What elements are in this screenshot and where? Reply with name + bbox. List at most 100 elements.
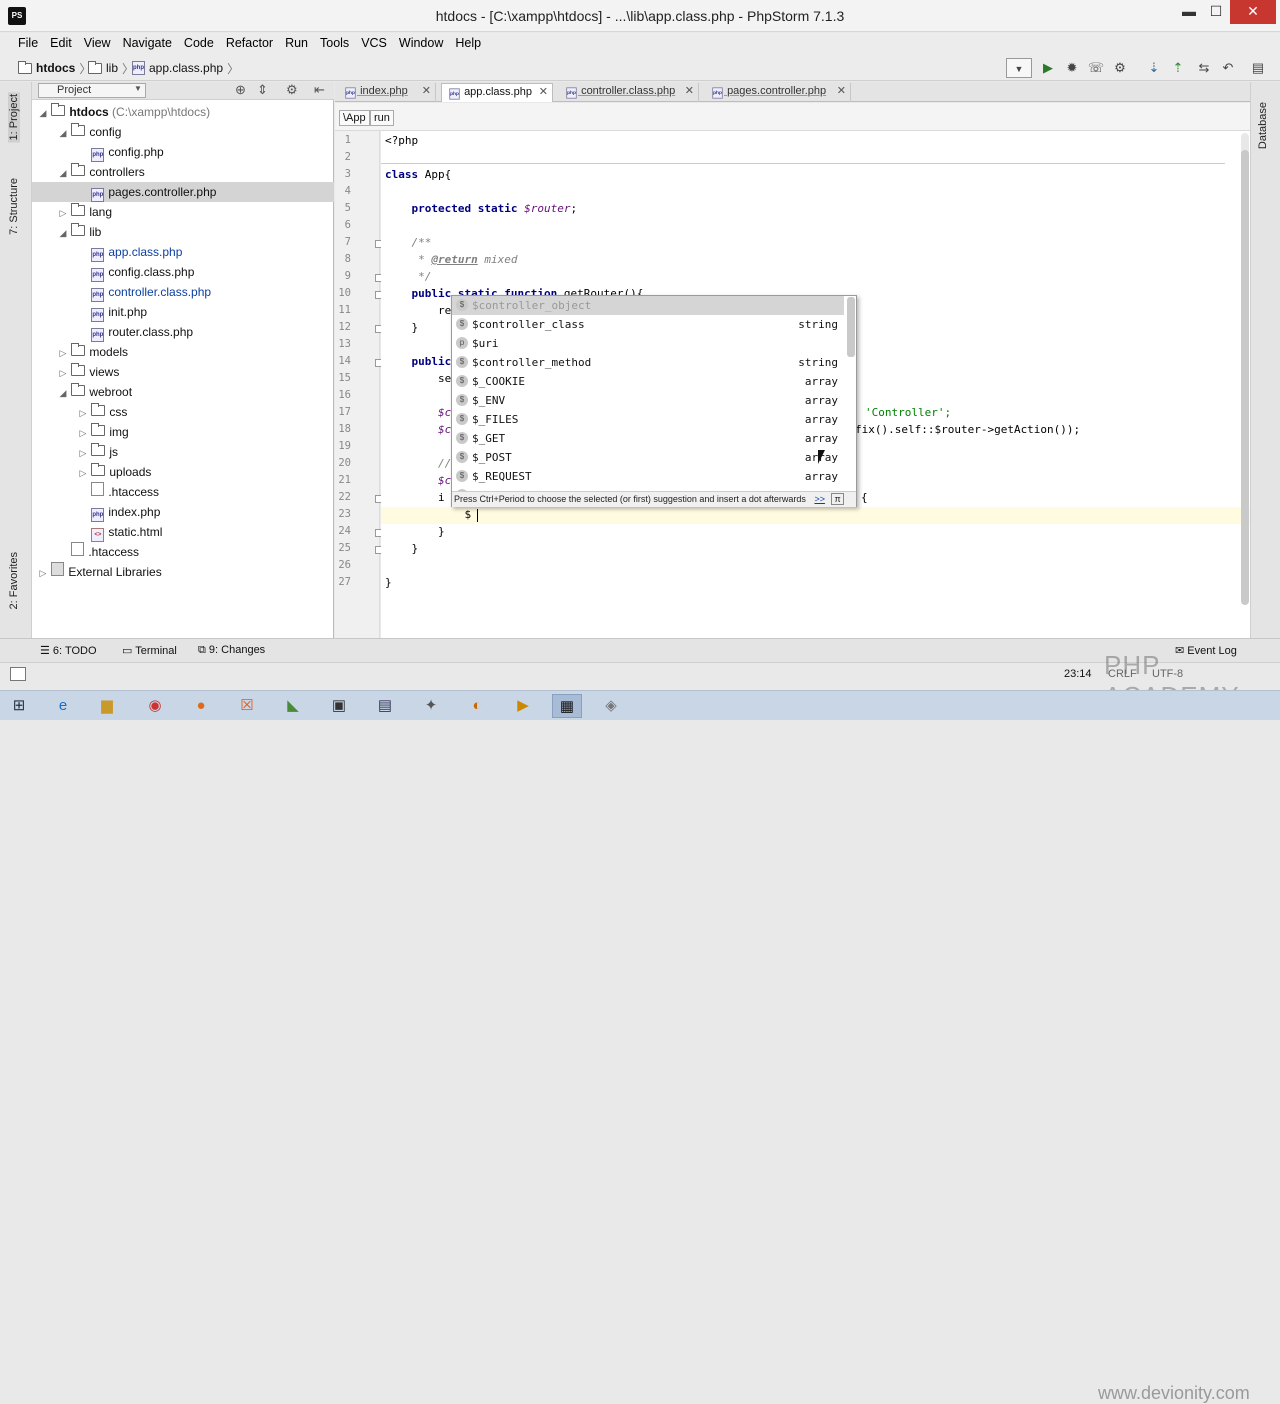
tool-tab-favorites[interactable]: 2: Favorites	[8, 552, 20, 609]
autocomplete-item[interactable]: $ $controller_method string	[452, 353, 844, 372]
tree-item[interactable]: php pages.controller.php	[32, 182, 334, 202]
tree-item[interactable]: ◢ lib	[32, 222, 334, 242]
expanded-arrow-icon[interactable]: ◢	[58, 383, 68, 403]
tree-item[interactable]: php index.php	[32, 502, 334, 522]
collapsed-arrow-icon[interactable]: ▷	[78, 443, 88, 463]
save-app-icon[interactable]: ▤	[370, 694, 400, 718]
tab-controller-class-php[interactable]: php controller.class.php ✕	[559, 83, 699, 102]
breadcrumb-htdocs[interactable]: htdocs 〉	[18, 59, 91, 77]
minimize-button[interactable]: ▬	[1176, 0, 1202, 24]
settings-app-icon[interactable]: ✦	[416, 694, 446, 718]
close-icon[interactable]: ✕	[422, 83, 431, 100]
app-icon[interactable]: ◐	[462, 694, 492, 718]
collapsed-arrow-icon[interactable]: ▷	[38, 563, 48, 583]
history-icon[interactable]: ▤	[1248, 58, 1268, 78]
gear-icon[interactable]: ⚙	[286, 82, 298, 98]
tree-item[interactable]: php config.class.php	[32, 262, 334, 282]
menu-window[interactable]: Window	[393, 33, 449, 50]
breadcrumb-file[interactable]: php app.class.php 〉	[132, 59, 239, 77]
menu-code[interactable]: Code	[178, 33, 220, 50]
ie-icon[interactable]: e	[48, 694, 78, 718]
collapse-all-icon[interactable]: ⇕	[257, 82, 268, 98]
tool-icon[interactable]: ◣	[278, 694, 308, 718]
firefox-icon[interactable]: ●	[186, 694, 216, 718]
run-config-dropdown[interactable]: ▼	[1006, 58, 1032, 78]
hide-panel-icon[interactable]: ⇤	[314, 82, 325, 98]
debug-icon[interactable]: ✹	[1062, 58, 1082, 78]
chrome-icon[interactable]: ◉	[140, 694, 170, 718]
autocomplete-item[interactable]: $ $_REQUEST array	[452, 467, 844, 486]
tool-tab-changes[interactable]: ⧉ 9: Changes	[198, 644, 265, 657]
caret-position[interactable]: 23:14	[1064, 668, 1092, 680]
tool-tab-project[interactable]: 1: Project	[8, 92, 20, 143]
chevron-down-icon[interactable]: ▼	[134, 84, 142, 93]
tree-item[interactable]: ▷ uploads	[32, 462, 334, 482]
expanded-arrow-icon[interactable]: ◢	[58, 223, 68, 243]
tree-item[interactable]: php app.class.php	[32, 242, 334, 262]
menu-help[interactable]: Help	[449, 33, 487, 50]
maximize-button[interactable]: ☐	[1203, 0, 1229, 24]
project-view-select[interactable]: Project	[38, 83, 146, 98]
menu-edit[interactable]: Edit	[44, 33, 78, 50]
autocomplete-item[interactable]: $ $_GET array	[452, 429, 844, 448]
collapsed-arrow-icon[interactable]: ▷	[78, 463, 88, 483]
collapsed-arrow-icon[interactable]: ▷	[78, 403, 88, 423]
autocomplete-item[interactable]: p $uri	[452, 334, 844, 353]
tree-item[interactable]: php controller.class.php	[32, 282, 334, 302]
misc-app-icon[interactable]: ◈	[596, 694, 626, 718]
close-icon[interactable]: ✕	[837, 83, 846, 100]
expanded-arrow-icon[interactable]: ◢	[38, 103, 48, 123]
collapsed-arrow-icon[interactable]: ▷	[58, 343, 68, 363]
explorer-icon[interactable]: ▆	[92, 694, 122, 718]
menu-navigate[interactable]: Navigate	[117, 33, 178, 50]
menu-file[interactable]: File	[12, 33, 44, 50]
tree-item[interactable]: ▷ img	[32, 422, 334, 442]
tree-item[interactable]: ▷ views	[32, 362, 334, 382]
listen-debug-icon[interactable]: ☏	[1086, 58, 1106, 78]
close-button[interactable]: ✕	[1230, 0, 1276, 24]
close-icon[interactable]: ✕	[685, 83, 694, 100]
vcs-update-icon[interactable]: ⇣	[1144, 58, 1164, 78]
tree-item[interactable]: ▷ css	[32, 402, 334, 422]
editor-gutter[interactable]: 1 2 3 4 5 6 7 8 9 10 11 12 13 14 15 16 17 18 19 20 21 22 23 24 2…	[335, 131, 383, 638]
autocomplete-item[interactable]: $ $_FILES array	[452, 410, 844, 429]
menu-tools[interactable]: Tools	[314, 33, 355, 50]
collapsed-arrow-icon[interactable]: ▷	[58, 203, 68, 223]
tree-item[interactable]: ▷ External Libraries	[32, 562, 334, 582]
tool-windows-icon[interactable]	[10, 667, 26, 681]
tool-tab-todo[interactable]: ☰ 6: TODO	[40, 644, 97, 657]
tree-item[interactable]: ◢ config	[32, 122, 334, 142]
tree-item[interactable]: php router.class.php	[32, 322, 334, 342]
tree-item[interactable]: <> static.html	[32, 522, 334, 542]
tool-tab-database[interactable]: Database	[1257, 102, 1269, 149]
run-icon[interactable]: ▶	[1038, 58, 1058, 78]
vcs-commit-icon[interactable]: ⇡	[1168, 58, 1188, 78]
expanded-arrow-icon[interactable]: ◢	[58, 123, 68, 143]
revert-icon[interactable]: ↶	[1218, 58, 1238, 78]
tool-tab-structure[interactable]: 7: Structure	[8, 178, 20, 235]
collapsed-arrow-icon[interactable]: ▷	[78, 423, 88, 443]
breadcrumb-lib[interactable]: lib 〉	[88, 59, 134, 77]
editor-scrollbar-thumb[interactable]	[1241, 150, 1249, 605]
menu-view[interactable]: View	[78, 33, 117, 50]
scroll-from-source-icon[interactable]: ⊕	[235, 82, 246, 98]
tree-item[interactable]: .htaccess	[32, 482, 334, 502]
autocomplete-scrollbar[interactable]	[847, 297, 855, 357]
autocomplete-item[interactable]: $ $_COOKIE array	[452, 372, 844, 391]
more-link[interactable]: >>	[814, 494, 825, 504]
tree-item[interactable]: ▷ js	[32, 442, 334, 462]
tree-item[interactable]: ◢ controllers	[32, 162, 334, 182]
tree-item[interactable]: php init.php	[32, 302, 334, 322]
tree-item[interactable]: ▷ lang	[32, 202, 334, 222]
close-icon[interactable]: ✕	[539, 84, 548, 101]
tab-pages-controller-php[interactable]: php pages.controller.php ✕	[705, 83, 851, 102]
breadcrumb-method-run[interactable]: run	[370, 110, 394, 126]
pi-icon[interactable]: π	[831, 493, 844, 505]
media-icon[interactable]: ▶	[508, 694, 538, 718]
breadcrumb-class-app[interactable]: \App	[339, 110, 370, 126]
tree-item[interactable]: ◢ htdocs (C:\xampp\htdocs)	[32, 102, 334, 122]
phpstorm-task-icon[interactable]: ▣	[324, 694, 354, 718]
start-button-icon[interactable]: ⊞	[4, 694, 34, 718]
expanded-arrow-icon[interactable]: ◢	[58, 163, 68, 183]
autocomplete-item[interactable]: $ $_ENV array	[452, 391, 844, 410]
